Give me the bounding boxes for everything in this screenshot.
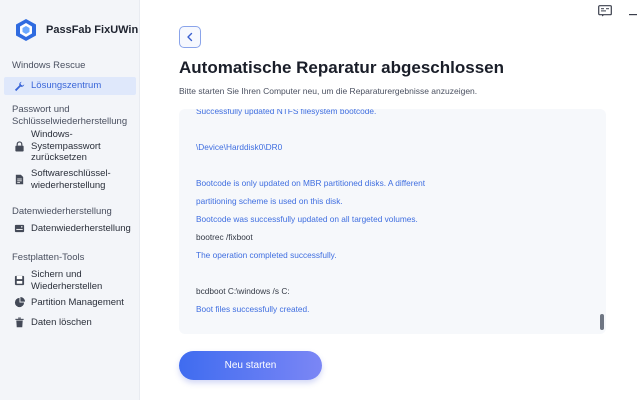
sidebar-item-systempasswort[interactable]: Windows- Systempasswort zurücksetzen xyxy=(4,129,136,164)
feedback-icon xyxy=(598,5,612,17)
sidebar-item-label: Daten löschen xyxy=(31,317,92,328)
repair-log: Successfully updated NTFS filesystem boo… xyxy=(196,109,586,318)
feedback-button[interactable] xyxy=(598,5,612,17)
back-button[interactable] xyxy=(179,26,201,48)
log-line: Bootcode was successfully updated on all… xyxy=(196,214,418,224)
scrollbar-track[interactable] xyxy=(600,113,604,330)
app-logo-icon xyxy=(16,19,36,41)
pie-icon xyxy=(14,297,25,308)
log-line: Bootcode is only updated on MBR partitio… xyxy=(196,178,426,188)
app-name: PassFab FixUWin xyxy=(46,24,139,36)
repair-log-panel[interactable]: Successfully updated NTFS filesystem boo… xyxy=(179,109,606,334)
log-line: partitioning scheme is used on this disk… xyxy=(196,196,343,206)
restart-button[interactable]: Neu starten xyxy=(179,351,322,380)
sidebar-item-label: Datenwiederherstellung xyxy=(31,223,131,234)
trash-icon xyxy=(15,317,24,328)
app-logo: PassFab FixUWin xyxy=(14,18,138,42)
log-line: Successfully updated NTFS filesystem boo… xyxy=(196,109,377,116)
sidebar-item-loesungszentrum[interactable]: Lösungszentrum xyxy=(4,77,136,95)
sidebar-item-partition-management[interactable]: Partition Management xyxy=(4,297,136,309)
scrollbar-thumb[interactable] xyxy=(600,314,604,330)
sidebar-item-daten-loeschen[interactable]: Daten löschen xyxy=(4,317,136,329)
sidebar-item-label: Partition Management xyxy=(31,297,124,308)
sidebar-item-label: Sichern und Wiederherstellen xyxy=(31,269,103,292)
sidebar: PassFab FixUWin Windows Rescue Lösungsze… xyxy=(0,0,140,400)
log-line: bcdboot C:\windows /s C: xyxy=(196,286,290,296)
log-line: Boot files successfully created. xyxy=(196,304,310,314)
log-line: bootrec /fixboot xyxy=(196,232,253,242)
sidebar-item-sichern[interactable]: Sichern und Wiederherstellen xyxy=(4,269,136,292)
sidebar-item-datenwiederherstellung[interactable]: Datenwiederherstellung xyxy=(4,223,136,235)
lock-icon xyxy=(15,141,24,152)
sidebar-item-label: Softwareschlüssel- wiederherstellung xyxy=(31,168,111,191)
sidebar-item-label: Lösungszentrum xyxy=(31,80,102,92)
sidebar-item-label: Windows- Systempasswort zurücksetzen xyxy=(31,129,101,163)
sidebar-item-softwareschluessel[interactable]: Softwareschlüssel- wiederherstellung xyxy=(4,168,136,191)
section-title-festplatten-tools: Festplatten-Tools xyxy=(12,252,85,263)
page-subtitle: Bitte starten Sie Ihren Computer neu, um… xyxy=(179,86,478,96)
page-title: Automatische Reparatur abgeschlossen xyxy=(179,58,504,77)
section-title-passwort: Passwort und Schlüsselwiederherstellung xyxy=(12,104,128,127)
section-title-windows-rescue: Windows Rescue xyxy=(12,60,86,71)
wrench-icon xyxy=(14,81,25,91)
log-line: The operation completed successfully. xyxy=(196,250,337,260)
section-title-datenwiederherstellung: Datenwiederherstellung xyxy=(12,206,112,217)
minimize-button[interactable] xyxy=(626,5,640,17)
drive-icon xyxy=(14,225,25,233)
minimize-icon xyxy=(629,14,637,16)
log-line: \Device\Harddisk0\DR0 xyxy=(196,142,283,152)
backup-icon xyxy=(14,275,25,286)
chevron-left-icon xyxy=(187,32,193,42)
document-icon xyxy=(15,174,24,185)
